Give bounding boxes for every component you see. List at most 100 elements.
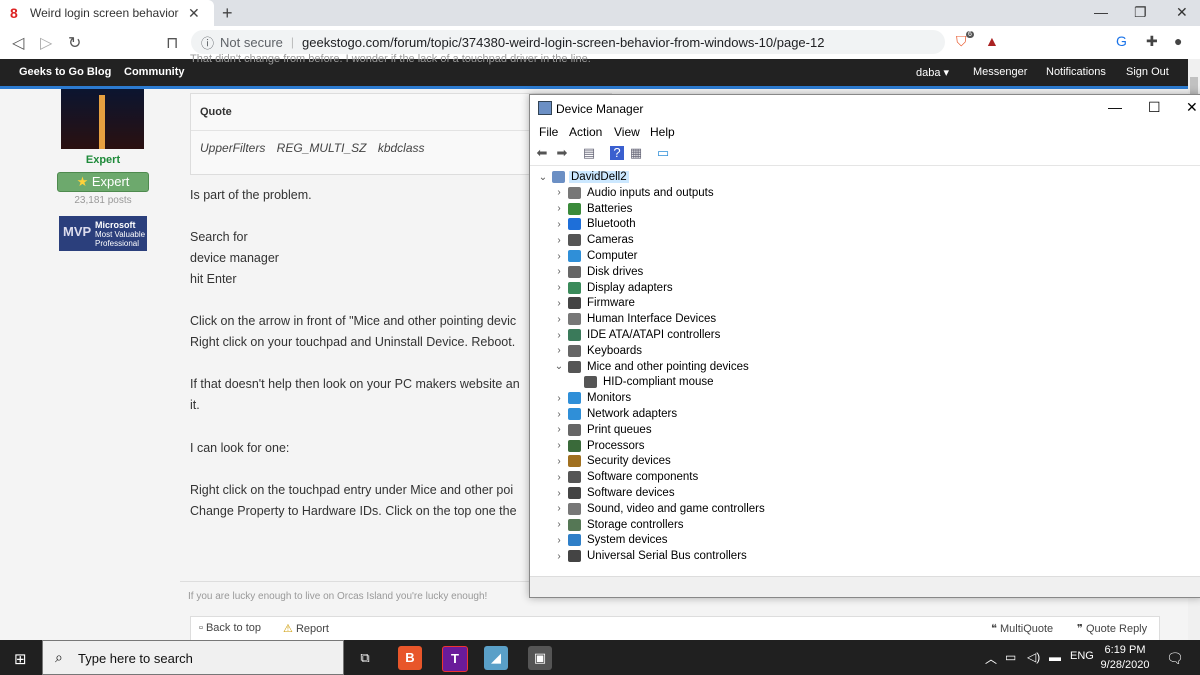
help-icon[interactable]: ?	[610, 146, 624, 160]
device-category[interactable]: › Bluetooth	[552, 216, 638, 232]
chevron-right-icon[interactable]: ›	[552, 393, 566, 404]
language-indicator[interactable]: ENG	[1070, 650, 1094, 662]
chevron-right-icon[interactable]: ›	[552, 519, 566, 530]
nav-notifications-link[interactable]: Notifications	[1046, 66, 1106, 78]
chevron-up-icon[interactable]: ︿	[985, 650, 997, 667]
device-category[interactable]: › Sound, video and game controllers	[552, 501, 767, 517]
scan-hardware-icon[interactable]: ▭	[656, 146, 670, 160]
chevron-down-icon[interactable]: ⌄	[536, 172, 550, 183]
restore-icon[interactable]: ❐	[1134, 4, 1147, 21]
device-category[interactable]: › Disk drives	[552, 264, 645, 280]
device-category[interactable]: › Computer	[552, 248, 640, 264]
chevron-right-icon[interactable]: ›	[552, 503, 566, 514]
device-manager-task-icon[interactable]: ▣	[528, 646, 552, 670]
device-category[interactable]: › Monitors	[552, 390, 633, 406]
volume-icon[interactable]: ◁)	[1027, 650, 1040, 664]
chevron-right-icon[interactable]: ›	[552, 440, 566, 451]
address-bar[interactable]: ⓘ Not secure | geekstogo.com/forum/topic…	[191, 30, 945, 54]
device-category[interactable]: › Storage controllers	[552, 517, 686, 533]
translate-icon[interactable]: G	[1116, 33, 1127, 49]
device-category[interactable]: ⌄ Mice and other pointing devices	[552, 359, 751, 375]
chevron-right-icon[interactable]: ›	[552, 456, 566, 467]
chevron-right-icon[interactable]: ›	[552, 282, 566, 293]
minimize-icon[interactable]: —	[1108, 99, 1122, 115]
menu-action[interactable]: Action	[569, 125, 602, 139]
menu-view[interactable]: View	[614, 125, 640, 139]
network-icon[interactable]: ▬	[1049, 650, 1061, 664]
device-category[interactable]: › Universal Serial Bus controllers	[552, 548, 749, 564]
windows-start-icon[interactable]: ⊞	[14, 650, 27, 668]
chevron-right-icon[interactable]: ›	[552, 330, 566, 341]
browser-tab[interactable]: 8 Weird login screen behavior from W ✕	[0, 0, 214, 26]
battery-icon[interactable]: ▭	[1005, 650, 1016, 664]
chevron-right-icon[interactable]: ›	[552, 219, 566, 230]
extensions-icon[interactable]: ✚	[1146, 33, 1158, 50]
chevron-right-icon[interactable]: ›	[552, 488, 566, 499]
chevron-right-icon[interactable]: ›	[552, 187, 566, 198]
device-category[interactable]: › Keyboards	[552, 343, 644, 359]
reload-icon[interactable]: ↻	[68, 33, 81, 53]
back-icon[interactable]: ◁	[12, 33, 24, 53]
taskbar-search[interactable]: ⌕ Type here to search	[42, 640, 344, 675]
new-tab-icon[interactable]: +	[222, 3, 233, 24]
device-category[interactable]: › Human Interface Devices	[552, 311, 718, 327]
menu-file[interactable]: File	[539, 125, 558, 139]
nav-signout-link[interactable]: Sign Out	[1126, 66, 1169, 78]
device-category[interactable]: › Batteries	[552, 201, 634, 217]
quote-reply-button[interactable]: ❞ Quote Reply	[1077, 622, 1147, 635]
multiquote-button[interactable]: ❝ MultiQuote	[991, 622, 1053, 635]
nav-user-menu[interactable]: daba ▾	[916, 66, 949, 79]
device-category[interactable]: › Print queues	[552, 422, 654, 438]
profile-icon[interactable]: ●	[1174, 33, 1182, 49]
device-category[interactable]: › Software components	[552, 469, 700, 485]
brave-shield-icon[interactable]: ⛉	[956, 33, 967, 50]
device-category[interactable]: › Network adapters	[552, 406, 679, 422]
minimize-icon[interactable]: —	[1094, 4, 1108, 20]
device-category[interactable]: › Processors	[552, 438, 647, 454]
device-category[interactable]: › Cameras	[552, 232, 636, 248]
tree-root[interactable]: ⌄ DavidDell2	[536, 169, 629, 185]
chevron-right-icon[interactable]: ›	[552, 298, 566, 309]
back-to-top-button[interactable]: ▫ Back to top	[199, 622, 261, 634]
maximize-icon[interactable]: ☐	[1148, 99, 1161, 116]
report-button[interactable]: ⚠ Report	[283, 622, 329, 635]
clock[interactable]: 6:19 PM 9/28/2020	[1096, 643, 1154, 673]
bookmark-icon[interactable]: ⊓	[166, 33, 178, 53]
task-view-icon[interactable]: ⧉	[353, 646, 377, 670]
chevron-right-icon[interactable]: ›	[552, 345, 566, 356]
nav-messenger-link[interactable]: Messenger	[973, 66, 1027, 78]
chevron-right-icon[interactable]: ›	[552, 472, 566, 483]
notifications-icon[interactable]: 🗨	[1166, 650, 1184, 667]
chevron-down-icon[interactable]: ⌄	[552, 361, 566, 372]
nav-blog-link[interactable]: Geeks to Go Blog	[19, 66, 111, 78]
brave-browser-icon[interactable]: B	[398, 646, 422, 670]
close-icon[interactable]: ✕	[1186, 99, 1198, 116]
back-arrow-icon[interactable]: ⬅	[535, 146, 549, 160]
info-icon[interactable]: ⓘ	[201, 33, 214, 52]
view-icon[interactable]: ▦	[629, 146, 643, 160]
brave-rewards-icon[interactable]: ▲	[985, 33, 999, 49]
device-category[interactable]: › Security devices	[552, 453, 673, 469]
chevron-right-icon[interactable]: ›	[552, 314, 566, 325]
device-category[interactable]: › Firmware	[552, 295, 637, 311]
device-category[interactable]: › System devices	[552, 532, 670, 548]
device-category[interactable]: › IDE ATA/ATAPI controllers	[552, 327, 722, 343]
avatar[interactable]	[61, 89, 144, 149]
device-category[interactable]: › Software devices	[552, 485, 677, 501]
terminal-app-icon[interactable]: T	[442, 646, 468, 672]
chevron-right-icon[interactable]: ›	[552, 551, 566, 562]
chevron-right-icon[interactable]: ›	[552, 235, 566, 246]
chevron-right-icon[interactable]: ›	[552, 203, 566, 214]
tab-close-icon[interactable]: ✕	[188, 5, 200, 22]
app-icon[interactable]: ◢	[484, 646, 508, 670]
window-titlebar[interactable]: Device Manager — ☐ ✕	[530, 95, 1200, 121]
close-window-icon[interactable]: ✕	[1176, 4, 1188, 21]
device-item[interactable]: HID-compliant mouse	[582, 374, 716, 390]
forward-arrow-icon[interactable]: ➡	[555, 146, 569, 160]
menu-help[interactable]: Help	[650, 125, 675, 139]
chevron-right-icon[interactable]: ›	[552, 409, 566, 420]
properties-icon[interactable]: ▤	[582, 146, 596, 160]
forward-icon[interactable]: ▷	[40, 33, 52, 53]
chevron-right-icon[interactable]: ›	[552, 424, 566, 435]
chevron-right-icon[interactable]: ›	[552, 535, 566, 546]
